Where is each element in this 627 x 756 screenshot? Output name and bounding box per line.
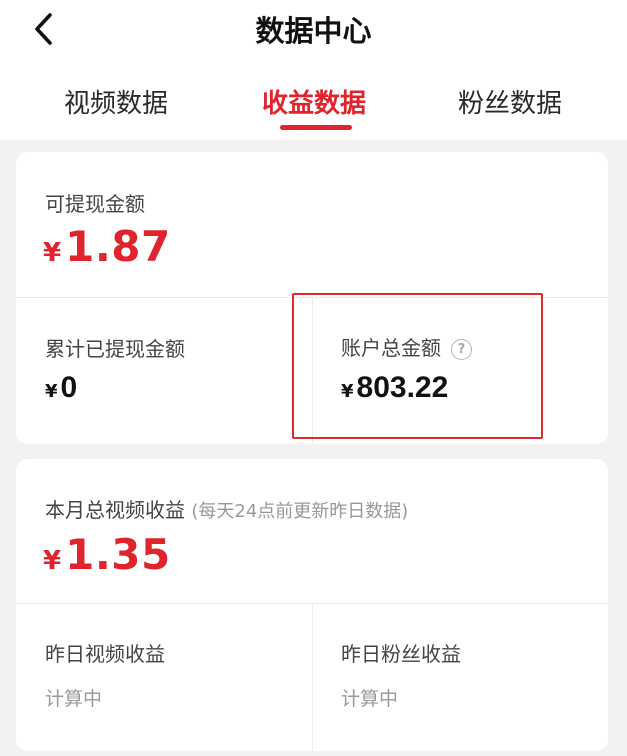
divider: [312, 604, 313, 751]
total-withdrawn-label: 累计已提现金额: [45, 337, 185, 361]
monthly-earnings-label: 本月总视频收益: [45, 498, 185, 522]
tab-earnings-data[interactable]: 收益数据: [258, 70, 370, 136]
withdrawable-label: 可提现金额: [45, 192, 145, 216]
monthly-earnings-label-row: 本月总视频收益 (每天24点前更新昨日数据): [45, 494, 408, 523]
monthly-earnings-amount: ¥1.35: [43, 530, 171, 579]
withdrawable-amount: ¥1.87: [43, 222, 171, 271]
amount-value: 0: [60, 371, 78, 404]
header: 数据中心 视频数据 收益数据 粉丝数据: [0, 0, 627, 140]
yesterday-video-label: 昨日视频收益: [45, 642, 165, 666]
nav-bar: 数据中心: [0, 0, 627, 62]
tab-fans-data[interactable]: 粉丝数据: [456, 70, 564, 136]
tab-video-data[interactable]: 视频数据: [62, 70, 170, 136]
page-title: 数据中心: [255, 14, 372, 48]
tab-bar: 视频数据 收益数据 粉丝数据: [0, 70, 627, 136]
data-center-page: 数据中心 视频数据 收益数据 粉丝数据 可提现金额 ¥1.87 累计已提现金额 …: [0, 0, 627, 756]
tab-label: 粉丝数据: [457, 89, 562, 119]
yesterday-video-value: 计算中: [45, 688, 103, 710]
currency-symbol: ¥: [43, 238, 62, 268]
total-withdrawn-amount: ¥0: [45, 371, 77, 405]
yesterday-fans-value: 计算中: [341, 688, 399, 710]
highlight-box: [292, 293, 543, 439]
active-tab-indicator: [280, 125, 352, 130]
currency-symbol: ¥: [45, 381, 58, 402]
chevron-left-icon: [35, 13, 52, 45]
amount-value: 1.87: [65, 222, 171, 271]
yesterday-fans-label: 昨日粉丝收益: [341, 642, 461, 666]
balance-card: 可提现金额 ¥1.87 累计已提现金额 ¥0 账户总金额? ¥803.22: [16, 152, 608, 444]
back-button[interactable]: [18, 6, 70, 52]
tab-label: 视频数据: [63, 89, 168, 119]
update-note: (每天24点前更新昨日数据): [191, 501, 409, 522]
currency-symbol: ¥: [43, 546, 62, 576]
amount-value: 1.35: [65, 530, 171, 579]
monthly-earnings-card: 本月总视频收益 (每天24点前更新昨日数据) ¥1.35 昨日视频收益 计算中 …: [16, 459, 608, 751]
